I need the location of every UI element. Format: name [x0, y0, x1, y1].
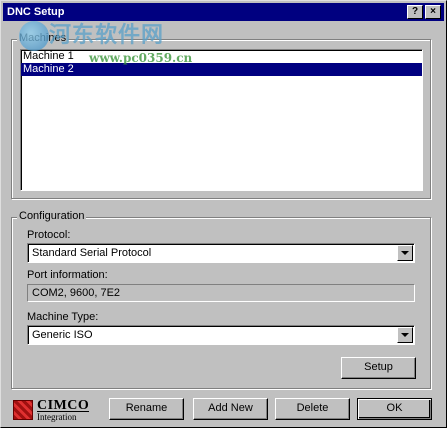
configuration-group-label: Configuration — [17, 210, 87, 222]
delete-button[interactable]: Delete — [275, 398, 350, 420]
window-title: DNC Setup — [7, 6, 65, 18]
cimco-logo: CIMCO Integration — [13, 398, 91, 422]
machine-type-select[interactable]: Generic ISO — [27, 325, 415, 345]
machines-group-label: Machines — [17, 32, 69, 44]
cimco-logo-icon — [13, 400, 33, 420]
add-new-button[interactable]: Add New — [193, 398, 268, 420]
protocol-label: Protocol: — [27, 229, 71, 241]
close-button[interactable]: × — [425, 5, 441, 19]
title-bar[interactable]: DNC Setup ? × — [3, 3, 444, 21]
list-item-machine-1[interactable]: Machine 1 — [21, 50, 422, 63]
list-item-machine-2[interactable]: Machine 2 — [21, 63, 422, 76]
machine-type-value: Generic ISO — [32, 329, 93, 341]
port-information-label: Port information: — [27, 269, 108, 281]
dnc-setup-window: DNC Setup ? × Machines Machine 1 Machine… — [0, 0, 447, 428]
help-button[interactable]: ? — [407, 5, 423, 19]
port-information-field: COM2, 9600, 7E2 — [27, 284, 415, 302]
chevron-down-icon[interactable] — [397, 327, 413, 343]
logo-subtext: Integration — [37, 411, 89, 422]
protocol-select[interactable]: Standard Serial Protocol — [27, 243, 415, 263]
setup-button[interactable]: Setup — [341, 357, 416, 379]
port-information-value: COM2, 9600, 7E2 — [32, 287, 121, 299]
machines-listbox[interactable]: Machine 1 Machine 2 — [20, 49, 423, 191]
protocol-value: Standard Serial Protocol — [32, 247, 152, 259]
machine-type-label: Machine Type: — [27, 311, 99, 323]
rename-button[interactable]: Rename — [109, 398, 184, 420]
ok-button[interactable]: OK — [357, 398, 432, 420]
chevron-down-icon[interactable] — [397, 245, 413, 261]
